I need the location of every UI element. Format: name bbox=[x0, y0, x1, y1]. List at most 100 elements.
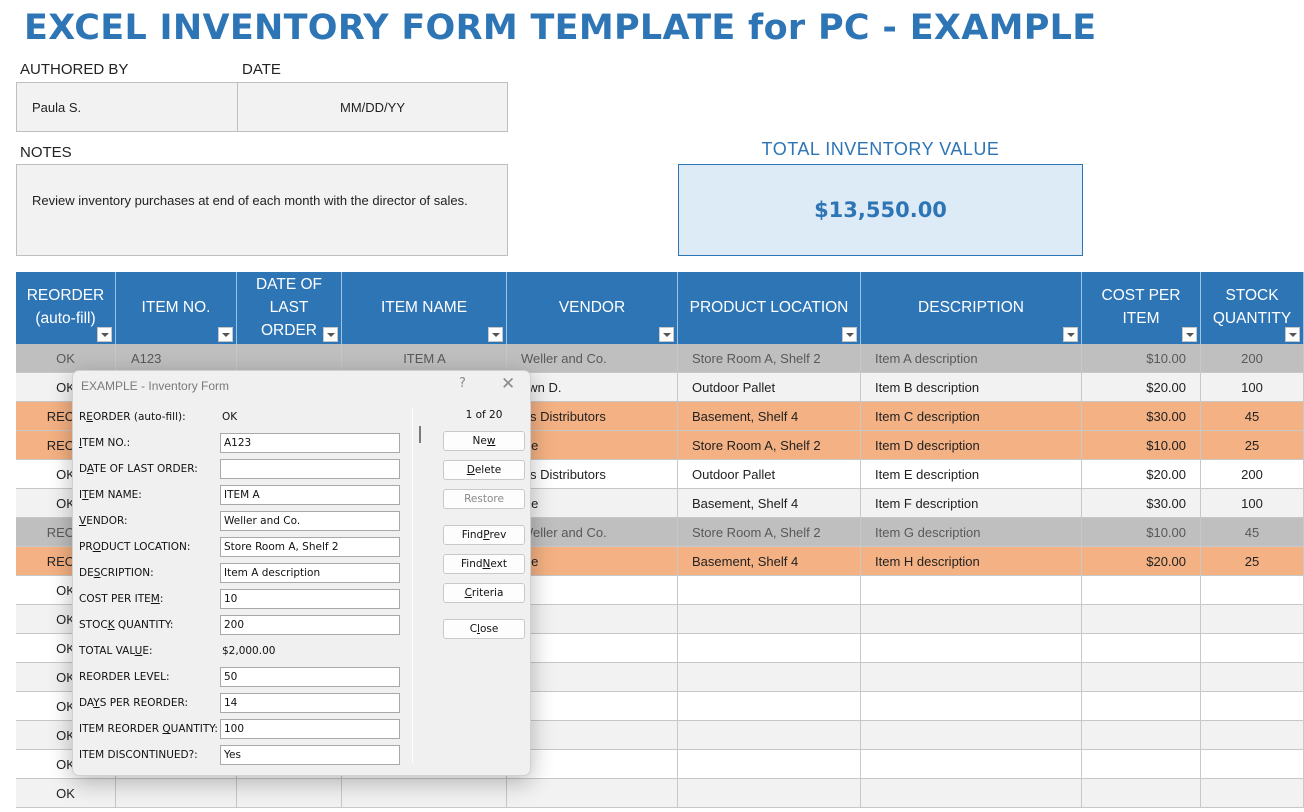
cell-vendor[interactable]: ole bbox=[507, 431, 678, 460]
cell-stock-quantity[interactable] bbox=[1201, 779, 1304, 808]
cell-vendor[interactable] bbox=[507, 779, 678, 808]
cell-description[interactable]: Item D description bbox=[861, 431, 1082, 460]
cell-cost-per-item[interactable] bbox=[1082, 576, 1201, 605]
cell-description[interactable]: Item F description bbox=[861, 489, 1082, 518]
item-name-input[interactable] bbox=[220, 485, 400, 505]
cell-product-location[interactable]: Basement, Shelf 4 bbox=[678, 547, 861, 576]
cell-cost-per-item[interactable]: $20.00 bbox=[1082, 547, 1201, 576]
cell-stock-quantity[interactable]: 25 bbox=[1201, 431, 1304, 460]
cell-vendor[interactable] bbox=[507, 721, 678, 750]
cell-description[interactable]: Item C description bbox=[861, 402, 1082, 431]
cell-cost-per-item[interactable] bbox=[1082, 663, 1201, 692]
reorder-level-input[interactable] bbox=[220, 667, 400, 687]
cell-product-location[interactable] bbox=[678, 779, 861, 808]
cell-stock-quantity[interactable]: 200 bbox=[1201, 460, 1304, 489]
cell-item-no[interactable] bbox=[116, 779, 237, 808]
cell-item-no[interactable]: A123 bbox=[116, 344, 237, 373]
days-per-reorder-input[interactable] bbox=[220, 693, 400, 713]
cell-vendor[interactable]: J's Distributors bbox=[507, 402, 678, 431]
filter-dropdown-icon[interactable] bbox=[1063, 327, 1078, 342]
cell-vendor[interactable] bbox=[507, 605, 678, 634]
cell-stock-quantity[interactable]: 45 bbox=[1201, 518, 1304, 547]
close-button[interactable]: Cl ose bbox=[443, 619, 525, 639]
cell-vendor[interactable] bbox=[507, 634, 678, 663]
restore-button[interactable]: Restore bbox=[443, 489, 525, 509]
vendor-input[interactable] bbox=[220, 511, 400, 531]
filter-dropdown-icon[interactable] bbox=[323, 327, 338, 342]
cell-reorder[interactable]: OK bbox=[16, 344, 116, 373]
cell-cost-per-item[interactable] bbox=[1082, 605, 1201, 634]
item-discontinued-input[interactable] bbox=[220, 745, 400, 765]
close-icon[interactable]: ✕ bbox=[501, 374, 515, 394]
cell-item-name[interactable] bbox=[342, 779, 507, 808]
cell-product-location[interactable] bbox=[678, 576, 861, 605]
cell-description[interactable]: Item G description bbox=[861, 518, 1082, 547]
cell-description[interactable]: Item H description bbox=[861, 547, 1082, 576]
filter-dropdown-icon[interactable] bbox=[1182, 327, 1197, 342]
cell-product-location[interactable]: Basement, Shelf 4 bbox=[678, 402, 861, 431]
cell-stock-quantity[interactable]: 25 bbox=[1201, 547, 1304, 576]
cell-cost-per-item[interactable]: $30.00 bbox=[1082, 489, 1201, 518]
record-scrollbar-thumb[interactable] bbox=[419, 426, 421, 443]
cell-description[interactable]: Item B description bbox=[861, 373, 1082, 402]
cell-product-location[interactable] bbox=[678, 721, 861, 750]
help-icon[interactable]: ? bbox=[459, 376, 466, 391]
cell-description[interactable] bbox=[861, 779, 1082, 808]
cell-product-location[interactable] bbox=[678, 634, 861, 663]
cell-description[interactable]: Item E description bbox=[861, 460, 1082, 489]
cell-date-of-last-order[interactable] bbox=[237, 344, 342, 373]
notes-field[interactable]: Review inventory purchases at end of eac… bbox=[16, 164, 508, 256]
cell-stock-quantity[interactable]: 45 bbox=[1201, 402, 1304, 431]
cell-product-location[interactable] bbox=[678, 692, 861, 721]
author-field[interactable]: Paula S. bbox=[17, 83, 238, 131]
cell-stock-quantity[interactable]: 200 bbox=[1201, 344, 1304, 373]
cell-product-location[interactable] bbox=[678, 605, 861, 634]
cell-vendor[interactable] bbox=[507, 750, 678, 779]
date-of-last-order-input[interactable] bbox=[220, 459, 400, 479]
description-input[interactable] bbox=[220, 563, 400, 583]
cell-description[interactable] bbox=[861, 605, 1082, 634]
cell-description[interactable]: Item A description bbox=[861, 344, 1082, 373]
cell-description[interactable] bbox=[861, 634, 1082, 663]
cell-product-location[interactable]: Outdoor Pallet bbox=[678, 460, 861, 489]
cell-vendor[interactable]: ole bbox=[507, 547, 678, 576]
product-location-input[interactable] bbox=[220, 537, 400, 557]
cell-product-location[interactable] bbox=[678, 750, 861, 779]
cell-stock-quantity[interactable] bbox=[1201, 634, 1304, 663]
find-next-button[interactable]: Find Next bbox=[443, 554, 525, 574]
cell-description[interactable] bbox=[861, 576, 1082, 605]
cell-cost-per-item[interactable] bbox=[1082, 634, 1201, 663]
cell-vendor[interactable] bbox=[507, 663, 678, 692]
cell-product-location[interactable]: Basement, Shelf 4 bbox=[678, 489, 861, 518]
cell-cost-per-item[interactable] bbox=[1082, 750, 1201, 779]
cost-per-item-input[interactable] bbox=[220, 589, 400, 609]
cell-cost-per-item[interactable] bbox=[1082, 721, 1201, 750]
cell-stock-quantity[interactable] bbox=[1201, 663, 1304, 692]
cell-product-location[interactable]: Store Room A, Shelf 2 bbox=[678, 431, 861, 460]
cell-cost-per-item[interactable] bbox=[1082, 779, 1201, 808]
cell-vendor[interactable]: awn D. bbox=[507, 373, 678, 402]
cell-cost-per-item[interactable]: $10.00 bbox=[1082, 431, 1201, 460]
cell-vendor[interactable]: Weller and Co. bbox=[507, 344, 678, 373]
date-field[interactable]: MM/DD/YY bbox=[238, 83, 507, 131]
cell-reorder[interactable]: OK bbox=[16, 779, 116, 808]
cell-stock-quantity[interactable] bbox=[1201, 750, 1304, 779]
new-button[interactable]: Ne w bbox=[443, 431, 525, 451]
cell-description[interactable] bbox=[861, 692, 1082, 721]
delete-button[interactable]: Delete bbox=[443, 460, 525, 480]
cell-stock-quantity[interactable]: 100 bbox=[1201, 489, 1304, 518]
filter-dropdown-icon[interactable] bbox=[1285, 327, 1300, 342]
filter-dropdown-icon[interactable] bbox=[842, 327, 857, 342]
stock-quantity-input[interactable] bbox=[220, 615, 400, 635]
item-no-input[interactable] bbox=[220, 433, 400, 453]
cell-cost-per-item[interactable]: $20.00 bbox=[1082, 373, 1201, 402]
criteria-button[interactable]: Criteria bbox=[443, 583, 525, 603]
cell-cost-per-item[interactable]: $20.00 bbox=[1082, 460, 1201, 489]
cell-stock-quantity[interactable] bbox=[1201, 692, 1304, 721]
filter-dropdown-icon[interactable] bbox=[659, 327, 674, 342]
cell-product-location[interactable]: Store Room A, Shelf 2 bbox=[678, 344, 861, 373]
cell-description[interactable] bbox=[861, 721, 1082, 750]
cell-vendor[interactable]: ole bbox=[507, 489, 678, 518]
cell-stock-quantity[interactable] bbox=[1201, 605, 1304, 634]
cell-description[interactable] bbox=[861, 750, 1082, 779]
